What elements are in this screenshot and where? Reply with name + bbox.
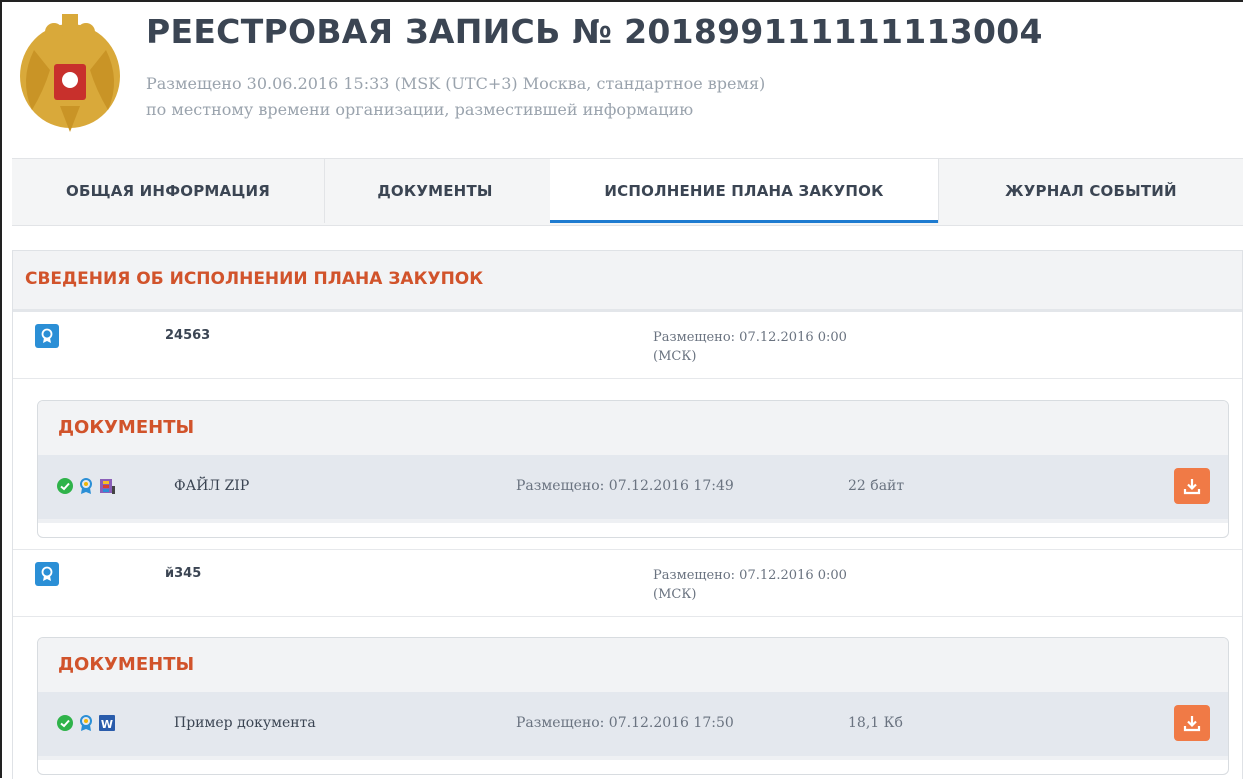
posted-info-line2: по местному времени организации, размест… bbox=[146, 100, 694, 119]
archive-icon bbox=[100, 479, 115, 494]
documents-panel: ДОКУМЕНТЫ ФАЙЛ ZIP Размещено: 07.12.2016… bbox=[37, 400, 1229, 538]
signature-award-icon[interactable] bbox=[78, 714, 94, 732]
record-placed-date: Размещено: 07.12.2016 0:00 (МСК) bbox=[653, 328, 893, 366]
record-placed-timezone: (МСК) bbox=[653, 349, 697, 364]
document-name[interactable]: Пример документа bbox=[174, 715, 316, 731]
execution-record: 24563 Размещено: 07.12.2016 0:00 (МСК) bbox=[13, 312, 1242, 379]
check-circle-icon bbox=[57, 715, 73, 731]
documents-title: ДОКУМЕНТЫ bbox=[58, 654, 195, 675]
tab-general-info[interactable]: ОБЩАЯ ИНФОРМАЦИЯ bbox=[12, 159, 324, 223]
award-icon bbox=[41, 328, 53, 343]
window-border-left bbox=[0, 0, 2, 778]
execution-record: й345 Размещено: 07.12.2016 0:00 (МСК) bbox=[13, 549, 1242, 617]
record-placed-date: Размещено: 07.12.2016 0:00 (МСК) bbox=[653, 566, 893, 604]
download-icon bbox=[1183, 716, 1201, 732]
tab-plan-execution[interactable]: ИСПОЛНЕНИЕ ПЛАНА ЗАКУПОК bbox=[550, 159, 938, 223]
tab-documents[interactable]: ДОКУМЕНТЫ bbox=[325, 159, 545, 223]
record-number: й345 bbox=[165, 566, 202, 581]
tab-event-log[interactable]: ЖУРНАЛ СОБЫТИЙ bbox=[939, 159, 1243, 223]
download-icon bbox=[1183, 479, 1201, 495]
document-name[interactable]: ФАЙЛ ZIP bbox=[174, 478, 249, 494]
documents-header: ДОКУМЕНТЫ bbox=[38, 401, 1228, 455]
record-placed-text: Размещено: 07.12.2016 0:00 bbox=[653, 330, 847, 345]
document-placed-date: Размещено: 07.12.2016 17:50 bbox=[516, 715, 734, 731]
check-circle-icon bbox=[57, 478, 73, 494]
document-placed-date: Размещено: 07.12.2016 17:49 bbox=[516, 478, 734, 494]
documents-header: ДОКУМЕНТЫ bbox=[38, 638, 1228, 692]
award-icon bbox=[41, 566, 53, 581]
section-header: СВЕДЕНИЯ ОБ ИСПОЛНЕНИИ ПЛАНА ЗАКУПОК bbox=[13, 251, 1242, 312]
download-button[interactable] bbox=[1174, 705, 1210, 741]
window-border-top bbox=[0, 0, 1243, 2]
documents-title: ДОКУМЕНТЫ bbox=[58, 417, 195, 438]
certificate-badge-icon[interactable] bbox=[35, 324, 59, 348]
tab-bar: ОБЩАЯ ИНФОРМАЦИЯ ДОКУМЕНТЫ ИСПОЛНЕНИЕ ПЛ… bbox=[12, 158, 1243, 226]
plan-execution-section: СВЕДЕНИЯ ОБ ИСПОЛНЕНИИ ПЛАНА ЗАКУПОК 245… bbox=[12, 250, 1243, 779]
page-title: РЕЕСТРОВАЯ ЗАПИСЬ № 201899111111113004 bbox=[146, 12, 1043, 51]
document-row: ФАЙЛ ZIP Размещено: 07.12.2016 17:49 22 … bbox=[38, 455, 1228, 523]
document-status-icons: W bbox=[56, 714, 116, 732]
documents-panel: ДОКУМЕНТЫ W Пример документа Размещено: … bbox=[37, 637, 1229, 775]
coat-of-arms-icon bbox=[20, 14, 120, 132]
certificate-badge-icon[interactable] bbox=[35, 562, 59, 586]
page-header: РЕЕСТРОВАЯ ЗАПИСЬ № 201899111111113004 Р… bbox=[14, 6, 1234, 156]
posted-info-line1: Размещено 30.06.2016 15:33 (MSK (UTC+3) … bbox=[146, 74, 766, 93]
download-button[interactable] bbox=[1174, 468, 1210, 504]
document-size: 22 байт bbox=[848, 478, 905, 494]
record-placed-timezone: (МСК) bbox=[653, 587, 697, 602]
word-doc-icon: W bbox=[99, 715, 115, 731]
svg-text:W: W bbox=[101, 718, 113, 731]
record-placed-text: Размещено: 07.12.2016 0:00 bbox=[653, 568, 847, 583]
signature-award-icon[interactable] bbox=[78, 477, 94, 495]
document-size: 18,1 Кб bbox=[848, 715, 903, 731]
section-title: СВЕДЕНИЯ ОБ ИСПОЛНЕНИИ ПЛАНА ЗАКУПОК bbox=[25, 269, 484, 289]
document-row: W Пример документа Размещено: 07.12.2016… bbox=[38, 692, 1228, 760]
record-number: 24563 bbox=[165, 328, 211, 343]
document-status-icons bbox=[56, 477, 116, 495]
